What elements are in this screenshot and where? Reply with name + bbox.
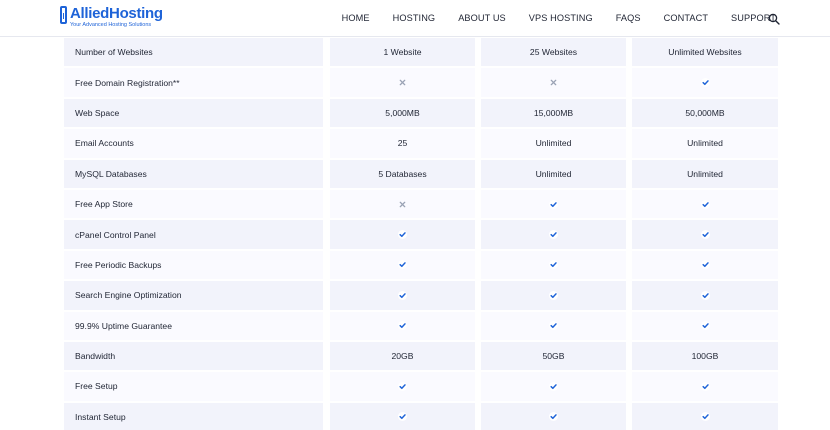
- feature-label: Free Setup: [64, 372, 323, 401]
- check-icon: [330, 281, 475, 310]
- cross-icon: [330, 189, 475, 219]
- nav-about-us[interactable]: ABOUT US: [458, 13, 506, 23]
- plan-value: 1 Website: [330, 38, 475, 67]
- cross-icon: [330, 68, 475, 97]
- check-icon: [632, 402, 778, 430]
- table-row: 99.9% Uptime Guarantee: [64, 311, 778, 341]
- feature-label: cPanel Control Panel: [64, 220, 323, 249]
- check-icon: [632, 220, 778, 249]
- nav-home[interactable]: HOME: [342, 13, 370, 23]
- feature-label: Free Periodic Backups: [64, 250, 323, 280]
- plan-value: 25: [330, 129, 475, 158]
- table-row: Free Domain Registration**: [64, 67, 778, 97]
- feature-label: Free App Store: [64, 189, 323, 219]
- table-row: Number of Websites 1 Website 25 Websites Un…: [64, 37, 778, 67]
- feature-label: Number of Websites: [64, 38, 323, 67]
- feature-label: Bandwidth: [64, 341, 323, 371]
- table-row: Free App Store: [64, 189, 778, 219]
- plan-value: 50GB: [481, 341, 626, 371]
- table-row: Email Accounts 25 Unlimited Unlimited: [64, 128, 778, 158]
- plan-value: Unlimited: [481, 129, 626, 158]
- feature-label: MySQL Databases: [64, 159, 323, 188]
- plan-value: 15,000MB: [481, 98, 626, 128]
- plan-value: Unlimited: [632, 159, 778, 188]
- brand-tagline: Your Advanced Hosting Solutions: [70, 22, 152, 28]
- brand-name: AlliedHosting: [70, 5, 163, 22]
- table-row: Free Periodic Backups: [64, 250, 778, 280]
- table-row: Bandwidth 20GB 50GB 100GB: [64, 341, 778, 371]
- check-icon: [481, 402, 626, 430]
- check-icon: [330, 311, 475, 340]
- plan-value: 20GB: [330, 341, 475, 371]
- check-icon: [481, 372, 626, 401]
- check-icon: [481, 220, 626, 249]
- plan-value: 25 Websites: [481, 38, 626, 67]
- table-row: Instant Setup: [64, 402, 778, 430]
- feature-label: 99.9% Uptime Guarantee: [64, 311, 323, 340]
- table-row: cPanel Control Panel: [64, 219, 778, 249]
- check-icon: [330, 220, 475, 249]
- check-icon: [632, 189, 778, 219]
- site-header: AlliedHosting Your Advanced Hosting Solu…: [0, 0, 830, 37]
- check-icon: [632, 250, 778, 280]
- plan-value: 100GB: [632, 341, 778, 371]
- plan-value: 5 Databases: [330, 159, 475, 188]
- feature-label: Search Engine Optimization: [64, 281, 323, 310]
- server-icon: [60, 6, 67, 24]
- plan-value: Unlimited Websites: [632, 38, 778, 67]
- feature-label: Free Domain Registration**: [64, 68, 323, 97]
- feature-label: Email Accounts: [64, 129, 323, 158]
- check-icon: [481, 250, 626, 280]
- plan-value: Unlimited: [632, 129, 778, 158]
- nav-contact[interactable]: CONTACT: [664, 13, 708, 23]
- main-nav: HOME HOSTING ABOUT US VPS HOSTING FAQS C…: [342, 0, 776, 36]
- plan-value: 5,000MB: [330, 98, 475, 128]
- plan-value: 50,000MB: [632, 98, 778, 128]
- table-row: Search Engine Optimization: [64, 280, 778, 310]
- check-icon: [481, 311, 626, 340]
- plan-value: Unlimited: [481, 159, 626, 188]
- check-icon: [632, 372, 778, 401]
- table-row: Free Setup: [64, 371, 778, 401]
- check-icon: [330, 250, 475, 280]
- table-row: Web Space 5,000MB 15,000MB 50,000MB: [64, 98, 778, 128]
- check-icon: [330, 402, 475, 430]
- check-icon: [330, 372, 475, 401]
- check-icon: [481, 281, 626, 310]
- feature-label: Web Space: [64, 98, 323, 128]
- plan-comparison-table: Number of Websites 1 Website 25 Websites Un…: [64, 37, 778, 430]
- table-row: MySQL Databases 5 Databases Unlimited Unlim…: [64, 159, 778, 189]
- nav-faqs[interactable]: FAQS: [616, 13, 641, 23]
- search-icon[interactable]: [768, 12, 780, 25]
- check-icon: [632, 68, 778, 97]
- nav-vps-hosting[interactable]: VPS HOSTING: [529, 13, 593, 23]
- check-icon: [632, 311, 778, 340]
- nav-hosting[interactable]: HOSTING: [393, 13, 436, 23]
- check-icon: [632, 281, 778, 310]
- check-icon: [481, 189, 626, 219]
- feature-label: Instant Setup: [64, 402, 323, 430]
- cross-icon: [481, 68, 626, 97]
